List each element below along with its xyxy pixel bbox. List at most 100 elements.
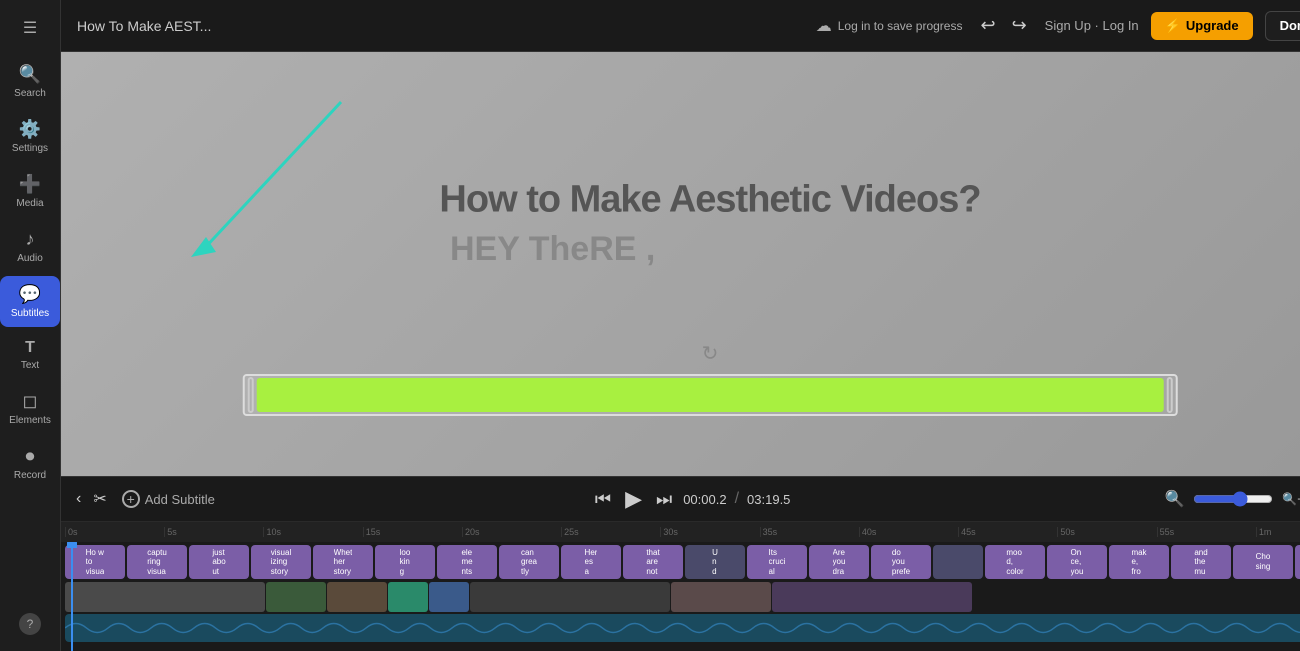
sidebar-item-elements[interactable]: ◻ Elements (0, 383, 60, 434)
clip-1[interactable]: Ho wtovisua (65, 545, 125, 579)
ruler-mark-15s: 15s (363, 527, 462, 537)
text-icon: T (25, 339, 35, 357)
add-subtitle-icon: + (122, 490, 140, 508)
sidebar-item-search[interactable]: 🔍 Search (0, 56, 60, 107)
zoom-out-button[interactable]: 🔍 (1161, 486, 1187, 512)
clip-8[interactable]: cangreatly (499, 545, 559, 579)
ruler-mark-5s: 5s (164, 527, 263, 537)
clip-2[interactable]: capturingvisua (127, 545, 187, 579)
upgrade-icon: ⚡ (1165, 18, 1181, 34)
sidebar-item-subtitles[interactable]: 💬 Subtitles (0, 276, 60, 327)
ruler-mark-30s: 30s (660, 527, 759, 537)
clip-21[interactable]: theosine (1295, 545, 1300, 579)
login-link[interactable]: Log In (1103, 18, 1139, 33)
cloud-icon: ☁ (816, 16, 832, 36)
main-area: How To Make AEST... ☁ Log in to save pro… (61, 0, 1300, 651)
clip-15[interactable] (933, 545, 983, 579)
done-button[interactable]: Done ✓ (1265, 11, 1300, 41)
search-icon: 🔍 (19, 64, 41, 85)
ruler-mark-20s: 20s (462, 527, 561, 537)
clip-3[interactable]: justabout (189, 545, 249, 579)
zoom-slider[interactable] (1193, 491, 1273, 507)
clip-6[interactable]: looking (375, 545, 435, 579)
rewind-button[interactable]: ⏮ (592, 486, 614, 513)
timeline-track-area[interactable]: Ho wtovisua capturingvisua justabout vis… (61, 542, 1300, 651)
thumb-4 (388, 582, 428, 612)
sidebar-item-text[interactable]: T Text (0, 331, 60, 379)
add-subtitle-button[interactable]: + Add Subtitle (116, 487, 221, 511)
sidebar-label-record: Record (14, 470, 46, 481)
loading-spinner: ↻ (702, 341, 719, 366)
save-progress-btn[interactable]: ☁ Log in to save progress (816, 16, 963, 36)
clip-14[interactable]: doyouprefe (871, 545, 931, 579)
sidebar-label-text: Text (21, 360, 39, 371)
sidebar-item-audio[interactable]: ♪ Audio (0, 221, 60, 272)
clip-12[interactable]: Itscrucial (747, 545, 807, 579)
clip-20[interactable]: Chosing (1233, 545, 1293, 579)
sidebar-label-subtitles: Subtitles (11, 308, 49, 319)
selection-handle-right[interactable] (1166, 377, 1172, 413)
time-separator: / (735, 490, 739, 508)
subtitles-icon: 💬 (19, 284, 41, 305)
total-time: 03:19.5 (747, 492, 790, 507)
ruler-mark-40s: 40s (859, 527, 958, 537)
thumb-2 (266, 582, 326, 612)
signup-link[interactable]: Sign Up (1045, 18, 1091, 33)
playhead[interactable] (71, 542, 73, 651)
clip-7[interactable]: elements (437, 545, 497, 579)
timeline-controls: ‹ ✂ + Add Subtitle ⏮ ▶ ⏭ 00:00.2 / 03:19… (61, 477, 1300, 522)
audio-waveform-row[interactable] (65, 614, 1300, 642)
ruler-mark-10s: 10s (263, 527, 362, 537)
undo-button[interactable]: ↩ (974, 11, 1001, 40)
zoom-in-button[interactable]: 🔍+ (1279, 489, 1300, 509)
video-thumbnail-row (61, 582, 1300, 614)
sidebar-label-search: Search (14, 88, 46, 99)
thumb-1 (65, 582, 265, 612)
auth-separator: · (1095, 18, 1099, 33)
clip-5[interactable]: Whetherstory (313, 545, 373, 579)
clip-13[interactable]: Areyoudra (809, 545, 869, 579)
subtitle-track-row: Ho wtovisua capturingvisua justabout vis… (61, 542, 1300, 582)
add-subtitle-label: Add Subtitle (145, 492, 215, 507)
clip-9[interactable]: Heresa (561, 545, 621, 579)
clip-4[interactable]: visualizingstory (251, 545, 311, 579)
settings-icon: ⚙️ (19, 119, 41, 140)
timeline-ruler: 0s 5s 10s 15s 20s 25s 30s 35s 40s 45s 50… (61, 522, 1300, 542)
redo-button[interactable]: ↪ (1006, 11, 1033, 40)
sidebar-item-media[interactable]: ➕ Media (0, 166, 60, 217)
sidebar-label-media: Media (16, 198, 43, 209)
sidebar-item-record[interactable]: ⏺ Record (0, 438, 60, 489)
clip-19[interactable]: andthemu (1171, 545, 1231, 579)
thumb-5 (429, 582, 469, 612)
play-button[interactable]: ▶ (622, 483, 645, 515)
timeline-right-controls: 🔍 🔍+ Fit ⚙ (1161, 486, 1300, 512)
timeline-back-button[interactable]: ‹ (73, 487, 84, 511)
sidebar-label-settings: Settings (12, 143, 48, 154)
sidebar-item-help[interactable]: ? (0, 605, 60, 643)
thumb-7 (671, 582, 771, 612)
audio-wave-svg (65, 614, 1300, 642)
canvas-background: HEY TheRE , How to Make Aesthetic Videos… (61, 52, 1300, 476)
ruler-marks: 0s 5s 10s 15s 20s 25s 30s 35s 40s 45s 50… (65, 527, 1300, 537)
elements-icon: ◻ (23, 391, 38, 412)
scissors-button[interactable]: ✂ (90, 486, 109, 512)
record-icon: ⏺ (26, 446, 35, 467)
clip-10[interactable]: thatarenot (623, 545, 683, 579)
upgrade-button[interactable]: ⚡ Upgrade (1151, 12, 1253, 40)
selection-handle-left[interactable] (248, 377, 254, 413)
fast-forward-button[interactable]: ⏭ (653, 486, 675, 513)
subtitle-selection-box[interactable] (243, 374, 1178, 416)
clip-11[interactable]: Und (685, 545, 745, 579)
ruler-mark-1m: 1m (1256, 527, 1300, 537)
clip-18[interactable]: make,fro (1109, 545, 1169, 579)
ruler-mark-50s: 50s (1057, 527, 1156, 537)
hamburger-menu[interactable]: ☰ (13, 8, 47, 48)
sidebar-label-audio: Audio (17, 253, 43, 264)
subtitle-clips: Ho wtovisua capturingvisua justabout vis… (61, 545, 1300, 579)
sidebar-item-settings[interactable]: ⚙️ Settings (0, 111, 60, 162)
thumb-6 (470, 582, 670, 612)
clip-16[interactable]: mood,color (985, 545, 1045, 579)
zoom-slider-container (1193, 491, 1273, 507)
ruler-mark-45s: 45s (958, 527, 1057, 537)
clip-17[interactable]: Once,you (1047, 545, 1107, 579)
